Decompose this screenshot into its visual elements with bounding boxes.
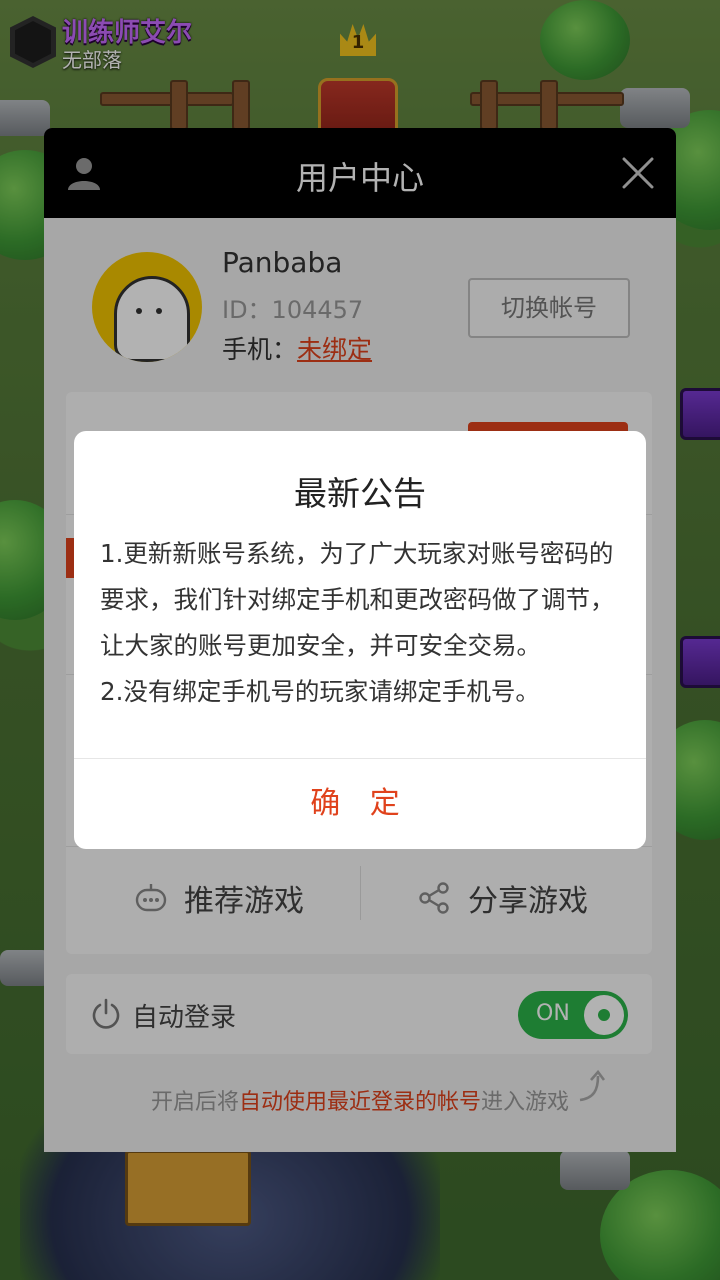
announcement-line: 1.更新新账号系统，为了广大玩家对账号密码的要求，我们针对绑定手机和更改密码做了… bbox=[100, 539, 615, 660]
announcement-line: 2.没有绑定手机号的玩家请绑定手机号。 bbox=[100, 677, 540, 706]
dialog-body: 1.更新新账号系统，为了广大玩家对账号密码的要求，我们针对绑定手机和更改密码做了… bbox=[100, 531, 624, 715]
confirm-button[interactable]: 确 定 bbox=[74, 759, 646, 849]
dialog-title: 最新公告 bbox=[294, 474, 426, 513]
announcement-dialog: 最新公告 1.更新新账号系统，为了广大玩家对账号密码的要求，我们针对绑定手机和更… bbox=[74, 431, 646, 849]
